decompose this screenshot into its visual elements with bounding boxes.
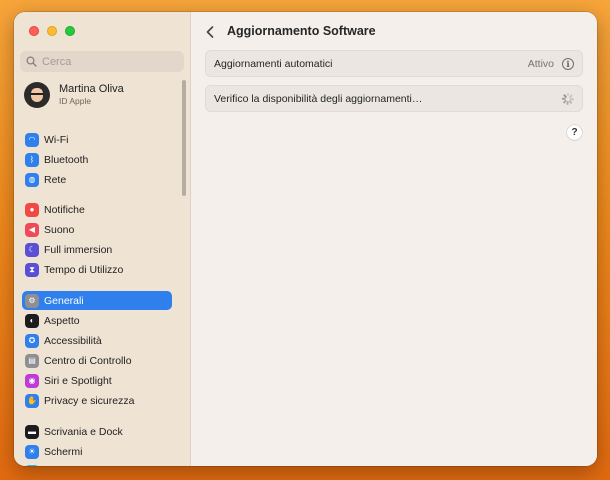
zoom-window-button[interactable] [65, 26, 75, 36]
search-icon [26, 56, 37, 67]
account-name: Martina Oliva [59, 83, 124, 95]
chevron-left-icon [206, 26, 214, 38]
sidebar-item-full-immersion[interactable]: ☾ Full immersion [22, 240, 172, 259]
sidebar-item-label: Sfondo [44, 466, 77, 467]
sidebar-item-suono[interactable]: ◀ Suono [22, 220, 172, 239]
wallpaper-icon: ❋ [25, 464, 39, 466]
minimize-window-button[interactable] [47, 26, 57, 36]
auto-updates-row[interactable]: Aggiornamenti automatici Attivo i [205, 50, 583, 77]
sidebar-item-label: Suono [44, 223, 75, 236]
close-window-button[interactable] [29, 26, 39, 36]
sidebar-item-label: Schermi [44, 445, 83, 458]
hourglass-icon: ⧗ [25, 262, 39, 277]
checking-updates-row: Verifico la disponibilità degli aggiorna… [205, 85, 583, 112]
sidebar-item-bluetooth[interactable]: ᛒ Bluetooth [22, 150, 172, 169]
account-subtitle: ID Apple [59, 96, 92, 106]
sidebar-item-scrivania[interactable]: ▬ Scrivania e Dock [22, 422, 172, 441]
info-icon[interactable]: i [562, 57, 574, 70]
sidebar-item-label: Centro di Controllo [44, 354, 132, 367]
sidebar-item-privacy[interactable]: ✋ Privacy e sicurezza [22, 391, 172, 410]
control-center-icon: ▤ [25, 353, 39, 368]
sidebar-item-generali[interactable]: ⚙ Generali [22, 291, 172, 310]
page-title: Aggiornamento Software [227, 24, 376, 38]
sidebar: Martina Oliva ID Apple ◠ Wi‑Fi ᛒ Bluetooth ◍… [14, 12, 191, 466]
sidebar-item-aspetto[interactable]: ◐ Aspetto [22, 311, 172, 330]
sidebar-item-label: Scrivania e Dock [44, 425, 123, 438]
sidebar-item-label: Siri e Spotlight [44, 374, 112, 387]
sidebar-item-siri[interactable]: ◉ Siri e Spotlight [22, 371, 172, 390]
loading-spinner-icon [561, 92, 574, 105]
search-input[interactable] [42, 55, 182, 68]
sidebar-item-label: Bluetooth [44, 153, 89, 166]
sidebar-item-label: Aspetto [44, 314, 80, 327]
avatar [24, 82, 50, 108]
sidebar-item-notifiche[interactable]: ● Notifiche [22, 200, 172, 219]
search-field[interactable] [20, 51, 184, 72]
back-button[interactable] [203, 24, 217, 40]
sidebar-item-label: Notifiche [44, 203, 85, 216]
dock-icon: ▬ [25, 424, 39, 439]
wifi-icon: ◠ [25, 132, 39, 147]
auto-updates-status: Attivo [527, 57, 554, 70]
sidebar-item-centro-controllo[interactable]: ▤ Centro di Controllo [22, 351, 172, 370]
sidebar-item-label: Generali [44, 294, 84, 307]
bell-icon: ● [25, 202, 39, 217]
sidebar-item-wifi[interactable]: ◠ Wi‑Fi [22, 130, 172, 149]
sidebar-item-label: Tempo di Utilizzo [44, 263, 124, 276]
accessibility-icon: ✪ [25, 333, 39, 348]
sidebar-scrollbar[interactable] [182, 80, 186, 196]
hand-icon: ✋ [25, 393, 39, 408]
sidebar-item-tempo-utilizzo[interactable]: ⧗ Tempo di Utilizzo [22, 260, 172, 279]
sidebar-item-label: Wi‑Fi [44, 133, 69, 146]
globe-icon: ◍ [25, 172, 39, 187]
sidebar-item-label: Rete [44, 173, 67, 186]
gear-icon: ⚙ [25, 293, 39, 308]
sidebar-item-accessibilita[interactable]: ✪ Accessibilità [22, 331, 172, 350]
main-content: Aggiornamento Software Aggiornamenti aut… [191, 12, 597, 466]
sidebar-item-label: Full immersion [44, 243, 113, 256]
sidebar-item-label: Privacy e sicurezza [44, 394, 135, 407]
appearance-icon: ◐ [25, 313, 39, 328]
checking-updates-label: Verifico la disponibilità degli aggiorna… [214, 92, 423, 105]
moon-icon: ☾ [25, 242, 39, 257]
siri-icon: ◉ [25, 373, 39, 388]
sidebar-item-rete[interactable]: ◍ Rete [22, 170, 172, 189]
bluetooth-icon: ᛒ [25, 152, 39, 167]
sun-icon: ☀ [25, 444, 39, 459]
apple-id-account[interactable]: Martina Oliva ID Apple [24, 82, 124, 108]
help-button[interactable]: ? [567, 125, 582, 140]
window-controls [29, 26, 75, 36]
speaker-icon: ◀ [25, 222, 39, 237]
auto-updates-label: Aggiornamenti automatici [214, 57, 333, 70]
sidebar-item-label: Accessibilità [44, 334, 102, 347]
sidebar-item-sfondo[interactable]: ❋ Sfondo [22, 462, 172, 466]
system-settings-window: Martina Oliva ID Apple ◠ Wi‑Fi ᛒ Bluetooth ◍… [14, 12, 597, 466]
sidebar-item-schermi[interactable]: ☀ Schermi [22, 442, 172, 461]
